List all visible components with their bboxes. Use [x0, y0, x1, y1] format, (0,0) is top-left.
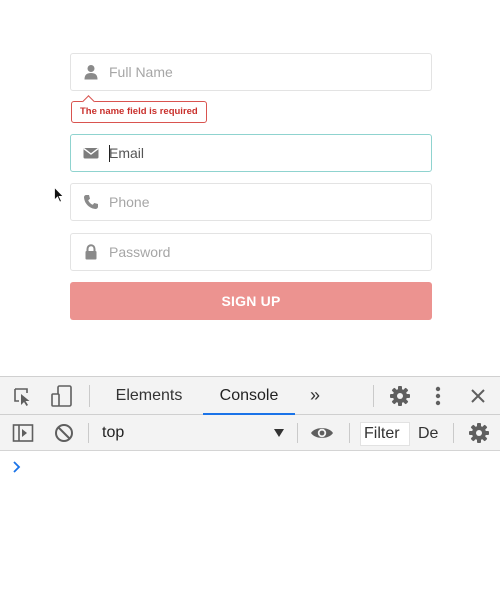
full-name-field[interactable]	[70, 53, 432, 91]
full-name-input[interactable]	[109, 54, 419, 90]
toolbar-divider	[349, 423, 350, 443]
toolbar-divider	[297, 423, 298, 443]
tab-bar-divider	[89, 385, 90, 407]
email-field[interactable]	[70, 134, 432, 172]
close-icon[interactable]	[465, 384, 491, 408]
phone-input[interactable]	[109, 184, 419, 220]
devtools-panel: Elements Console » top Filter De	[0, 376, 500, 600]
context-value: top	[102, 424, 125, 441]
tab-console[interactable]: Console	[203, 377, 295, 415]
more-tabs-button[interactable]: »	[302, 377, 328, 414]
page: The name field is required SIGN UP	[0, 0, 500, 600]
console-output[interactable]	[0, 452, 500, 600]
signup-form: The name field is required SIGN UP	[0, 0, 500, 376]
toolbar-divider	[88, 423, 89, 443]
tab-elements[interactable]: Elements	[106, 377, 192, 414]
phone-field[interactable]	[70, 183, 432, 221]
text-caret	[109, 145, 110, 162]
lock-icon	[83, 244, 99, 260]
name-error-tooltip: The name field is required	[71, 101, 207, 123]
sign-up-button[interactable]: SIGN UP	[70, 282, 432, 320]
show-sidebar-icon[interactable]	[10, 421, 36, 445]
chevron-down-icon	[274, 429, 284, 437]
toolbar-divider	[453, 423, 454, 443]
device-toolbar-icon[interactable]	[48, 384, 76, 408]
settings-gear-icon[interactable]	[386, 384, 414, 408]
phone-icon	[83, 194, 99, 210]
console-filter-input[interactable]: Filter	[360, 422, 410, 446]
console-prompt-icon	[13, 461, 21, 473]
inspect-element-icon[interactable]	[10, 384, 36, 408]
password-input[interactable]	[109, 234, 419, 270]
console-toolbar: top Filter De	[0, 415, 500, 451]
live-expression-eye-icon[interactable]	[308, 421, 336, 445]
mouse-pointer-icon	[54, 187, 64, 203]
tab-bar-divider	[373, 385, 374, 407]
password-field[interactable]	[70, 233, 432, 271]
user-icon	[83, 64, 99, 80]
context-selector[interactable]: top	[94, 419, 290, 447]
devtools-tab-bar: Elements Console »	[0, 377, 500, 415]
email-input[interactable]	[109, 135, 419, 171]
console-settings-gear-icon[interactable]	[465, 421, 493, 445]
clear-console-icon[interactable]	[52, 421, 76, 445]
log-levels-dropdown[interactable]: De	[418, 422, 438, 446]
more-options-icon[interactable]	[426, 384, 450, 408]
envelope-icon	[83, 145, 99, 161]
